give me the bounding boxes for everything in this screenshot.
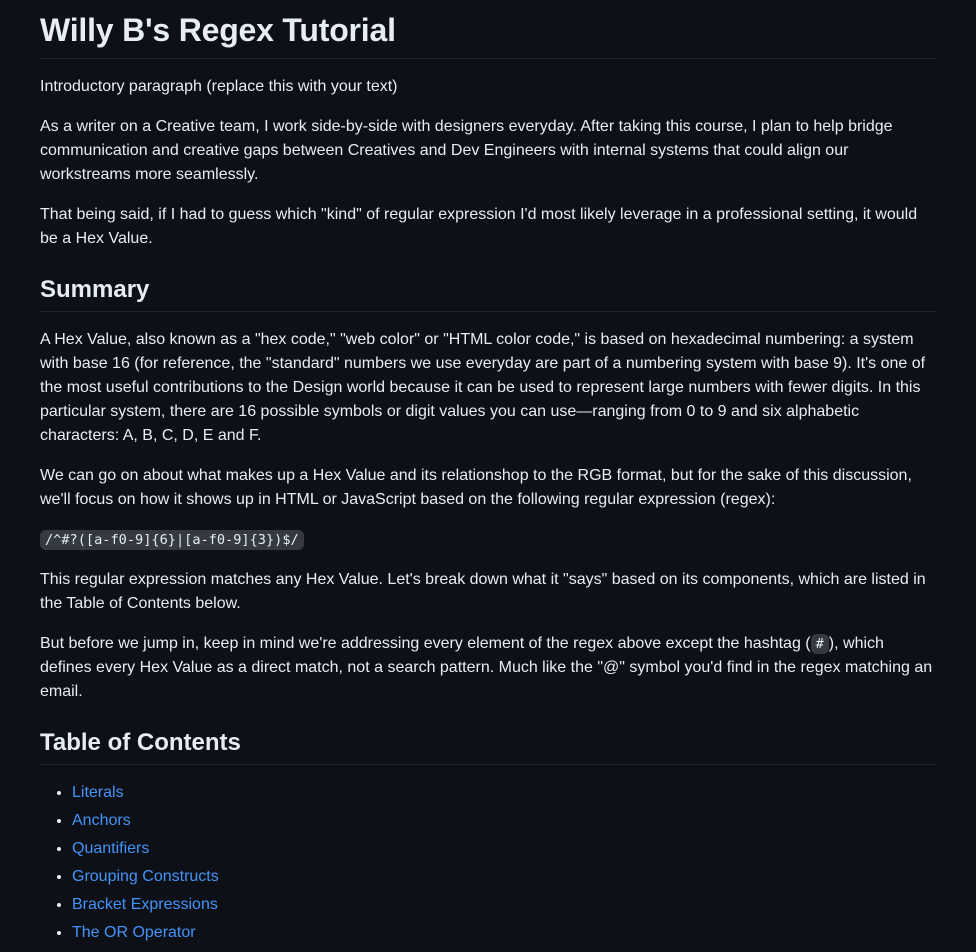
toc-item: The OR Operator [72,921,937,945]
summary-paragraph-matches: This regular expression matches any Hex … [40,571,926,612]
toc-heading: Table of Contents [40,728,937,765]
toc-link-literals[interactable]: Literals [72,784,124,801]
summary-heading: Summary [40,275,937,312]
toc-item: Bracket Expressions [72,893,937,917]
toc-item: Quantifiers [72,837,937,861]
summary-paragraph-hex-definition: A Hex Value, also known as a "hex code,"… [40,331,926,444]
toc-link-quantifiers[interactable]: Quantifiers [72,840,149,857]
intro-paragraph: Introductory paragraph (replace this wit… [40,78,398,95]
toc-link-or-operator[interactable]: The OR Operator [72,924,196,941]
summary-paragraph-rgb: We can go on about what makes up a Hex V… [40,467,912,508]
toc-link-grouping-constructs[interactable]: Grouping Constructs [72,868,219,885]
markdown-body: Willy B's Regex Tutorial Introductory pa… [0,0,976,945]
hashtag-text-before: But before we jump in, keep in mind we'r… [40,635,811,652]
page-title: Willy B's Regex Tutorial [40,0,937,59]
summary-paragraph-hashtag: But before we jump in, keep in mind we'r… [40,632,937,704]
toc-item: Grouping Constructs [72,865,937,889]
toc-link-bracket-expressions[interactable]: Bracket Expressions [72,896,218,913]
toc-item: Anchors [72,809,937,833]
toc-link-anchors[interactable]: Anchors [72,812,131,829]
toc-list: Literals Anchors Quantifiers Grouping Co… [40,781,937,945]
toc-item: Literals [72,781,937,805]
regex-code: /^#?([a-f0-9]{6}|[a-f0-9]{3})$/ [40,530,304,550]
hashtag-code: # [810,634,829,654]
paragraph-hex-value: That being said, if I had to guess which… [40,206,918,247]
regex-code-line: /^#?([a-f0-9]{6}|[a-f0-9]{3})$/ [40,528,937,552]
paragraph-writer-role: As a writer on a Creative team, I work s… [40,118,893,183]
